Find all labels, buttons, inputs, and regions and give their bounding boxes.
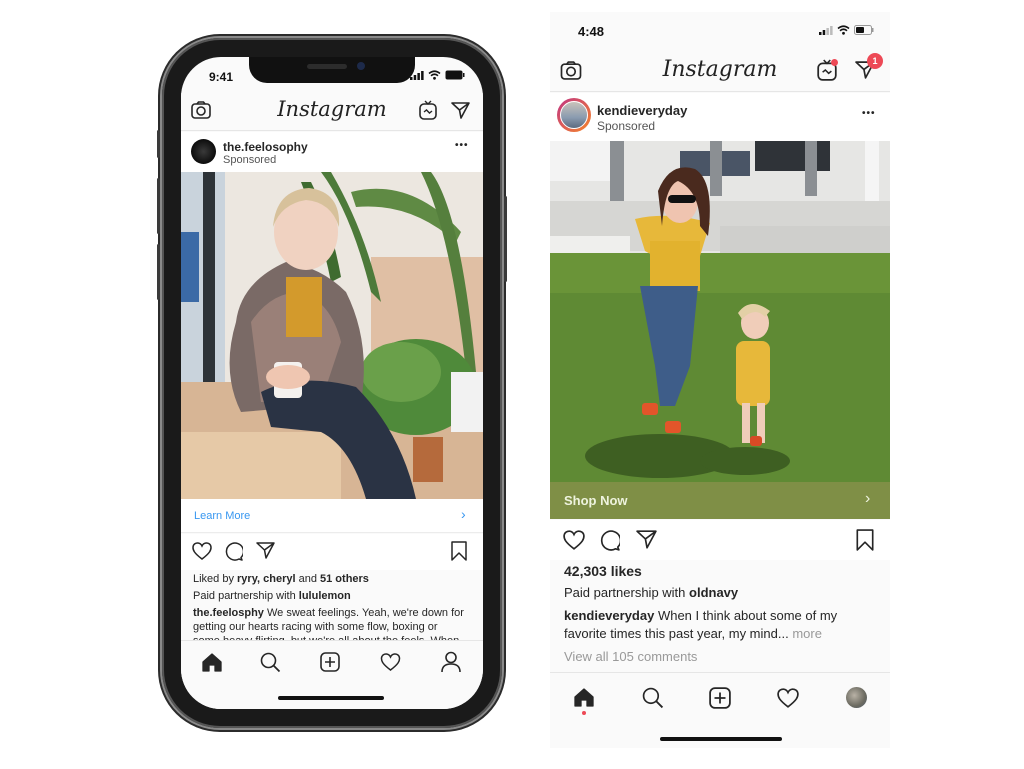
caption-line-1: the.feelosphy We sweat feelings. Yeah, w… <box>193 607 464 619</box>
bookmark-icon[interactable] <box>451 541 467 561</box>
sponsored-label: Sponsored <box>223 154 277 166</box>
profile-avatar[interactable] <box>846 687 867 708</box>
user-avatar-ring[interactable] <box>557 98 591 132</box>
post-actions <box>181 534 483 570</box>
partnership-prefix: Paid partnership with <box>193 590 299 602</box>
liked-by-users[interactable]: ryry, cheryl <box>237 573 296 585</box>
instagram-header: Instagram <box>181 93 483 131</box>
side-button <box>504 196 507 282</box>
caption-line-2: getting our hearts racing with some flow… <box>193 621 438 633</box>
post-image[interactable] <box>181 172 483 499</box>
shop-now-bar[interactable]: Shop Now › <box>550 482 890 519</box>
igtv-notification-dot <box>831 59 838 66</box>
paid-partnership-text: Paid partnership with oldnavy <box>564 585 738 600</box>
caption-text: When I think about some of my <box>654 608 838 623</box>
learn-more-label[interactable]: Learn More <box>194 510 250 522</box>
home-indicator[interactable] <box>660 737 782 741</box>
dm-notification-badge: 1 <box>867 53 883 69</box>
profile-icon[interactable] <box>441 651 461 673</box>
view-all-comments-link[interactable]: View all 105 comments <box>564 649 697 664</box>
battery-icon <box>854 25 874 35</box>
instagram-screenshot: 4:48 Instagram 1 kendieveryday Sponsored… <box>550 12 890 748</box>
bottom-tab-bar <box>550 672 890 748</box>
liked-by-mid: and <box>295 573 321 585</box>
caption-username[interactable]: kendieveryday <box>564 608 654 623</box>
bottom-tab-bar <box>181 640 483 709</box>
new-post-icon[interactable] <box>320 652 340 672</box>
post-image[interactable] <box>550 141 890 482</box>
user-avatar <box>560 101 588 129</box>
liked-by-text[interactable]: Liked by ryry, cheryl and 51 others <box>193 573 369 585</box>
volume-up-button <box>157 178 160 234</box>
speaker <box>307 64 347 69</box>
caption-more-link[interactable]: more <box>789 626 822 641</box>
volume-down-button <box>157 244 160 300</box>
status-time: 4:48 <box>578 24 605 39</box>
chevron-right-icon[interactable]: › <box>461 506 466 522</box>
photo-woman-with-plants <box>181 172 483 499</box>
partner-link[interactable]: lululemon <box>299 590 351 602</box>
status-time: 9:41 <box>209 70 234 84</box>
comment-icon[interactable] <box>599 530 620 551</box>
home-notification-dot <box>582 711 586 715</box>
instagram-logo[interactable]: Instagram <box>550 57 890 82</box>
more-options-button[interactable]: ••• <box>862 108 876 119</box>
battery-icon <box>445 70 465 80</box>
new-post-icon[interactable] <box>709 687 731 709</box>
share-icon[interactable] <box>256 542 275 559</box>
caption-line-2: favorite times this past year, my mind..… <box>564 626 822 641</box>
caption-text: We sweat feelings. Yeah, we're down for <box>263 607 464 619</box>
post-header: the.feelosophy Sponsored ••• <box>181 132 483 172</box>
instagram-logo[interactable]: Instagram <box>181 97 483 121</box>
status-bar: 4:48 <box>550 12 890 48</box>
caption-text-2: favorite times this past year, my mind..… <box>564 626 789 641</box>
wifi-icon <box>837 25 850 35</box>
signal-icon <box>819 25 833 35</box>
photo-mother-daughter-on-grass <box>550 141 890 482</box>
phone-screen: 9:41 Instagram the.feelosophy Sponsored … <box>181 57 483 709</box>
chevron-right-icon[interactable]: › <box>865 490 870 508</box>
home-indicator[interactable] <box>278 696 384 700</box>
post-username[interactable]: the.feelosophy <box>223 140 308 154</box>
comment-icon[interactable] <box>224 542 243 561</box>
likes-count[interactable]: 42,303 likes <box>564 563 642 579</box>
shop-now-label[interactable]: Shop Now <box>564 493 628 508</box>
activity-heart-icon[interactable] <box>777 688 799 708</box>
caption-username[interactable]: the.feelosphy <box>193 607 264 619</box>
post-username[interactable]: kendieveryday <box>597 103 687 118</box>
wifi-icon <box>428 70 441 80</box>
post-header: kendieveryday Sponsored ••• <box>550 93 890 141</box>
paid-partnership-text: Paid partnership with lululemon <box>193 590 351 602</box>
share-icon[interactable] <box>636 530 657 549</box>
iphone-x-frame: 9:41 Instagram the.feelosophy Sponsored … <box>157 38 507 728</box>
learn-more-bar[interactable]: Learn More › <box>181 499 483 533</box>
mute-switch <box>157 130 160 158</box>
activity-heart-icon[interactable] <box>380 653 401 671</box>
notch <box>249 57 415 83</box>
home-icon[interactable] <box>574 688 594 707</box>
partner-link[interactable]: oldnavy <box>689 585 738 600</box>
like-heart-icon[interactable] <box>563 530 585 550</box>
more-options-button[interactable]: ••• <box>455 140 469 151</box>
partnership-prefix: Paid partnership with <box>564 585 690 600</box>
direct-message-icon[interactable] <box>451 102 470 119</box>
caption-line-1: kendieveryday When I think about some of… <box>564 608 837 623</box>
liked-by-count[interactable]: 51 others <box>320 573 369 585</box>
post-actions <box>550 520 890 560</box>
instagram-header: Instagram 1 <box>550 52 890 92</box>
user-avatar[interactable] <box>191 139 216 164</box>
like-heart-icon[interactable] <box>192 542 212 560</box>
sponsored-label: Sponsored <box>597 119 656 133</box>
liked-by-prefix: Liked by <box>193 573 238 585</box>
front-camera <box>357 62 365 70</box>
bookmark-icon[interactable] <box>856 529 874 551</box>
search-icon[interactable] <box>260 652 281 673</box>
search-icon[interactable] <box>642 687 664 709</box>
igtv-icon[interactable] <box>419 100 437 120</box>
home-icon[interactable] <box>202 653 222 672</box>
